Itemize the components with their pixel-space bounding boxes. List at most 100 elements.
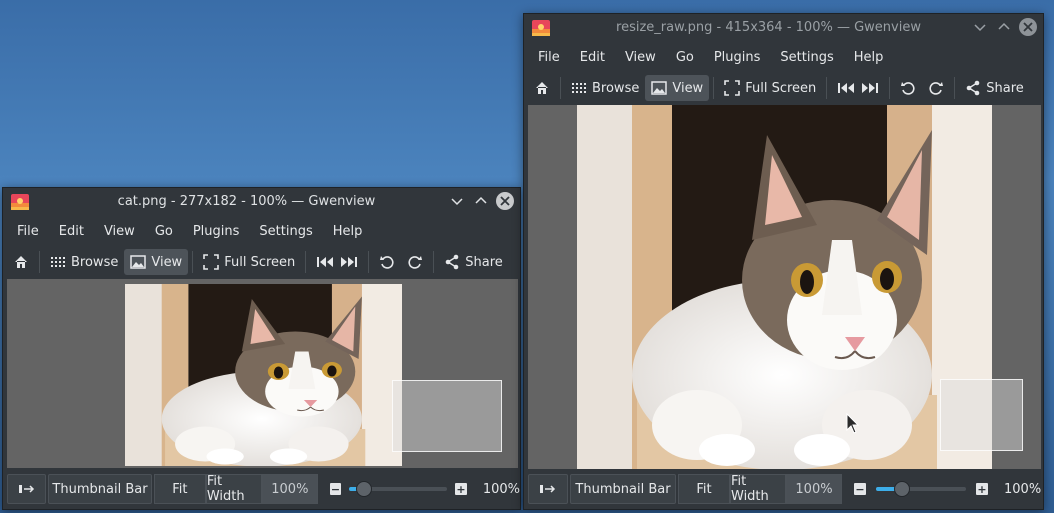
chevron-down-icon <box>974 24 986 32</box>
menu-go[interactable]: Go <box>666 50 704 65</box>
zoom-field[interactable]: 100% <box>261 474 318 504</box>
zoom-out-button[interactable]: − <box>329 483 342 495</box>
cat-image <box>125 284 402 466</box>
status-bar: Thumbnail Bar Fit Fit Width 100% − + 100… <box>524 469 1043 509</box>
close-icon <box>1023 22 1033 32</box>
zoom-in-icon: + <box>456 482 466 496</box>
view-button[interactable]: View <box>124 249 189 275</box>
skip-previous-icon <box>838 83 855 93</box>
thumbnail-bar-button[interactable]: Thumbnail Bar <box>570 474 676 504</box>
menu-help[interactable]: Help <box>844 50 894 65</box>
menu-settings[interactable]: Settings <box>770 50 843 65</box>
fit-width-button[interactable]: Fit Width <box>730 474 786 504</box>
zoom-navigator[interactable] <box>940 379 1023 451</box>
zoom-out-icon: − <box>855 482 865 496</box>
fit-button[interactable]: Fit <box>153 474 206 504</box>
view-button[interactable]: View <box>645 75 710 101</box>
zoom-controls: Fit Fit Width 100% <box>153 474 318 504</box>
chevron-up-icon <box>475 196 487 204</box>
grid-icon <box>572 83 586 93</box>
rotate-left-button[interactable] <box>894 75 922 101</box>
gwenview-window-cat[interactable]: cat.png - 277x182 - 100% — Gwenview File… <box>2 187 521 510</box>
zoom-slider-handle[interactable] <box>894 481 910 497</box>
share-icon <box>445 254 459 270</box>
menu-file[interactable]: File <box>7 224 49 239</box>
rotate-right-icon <box>408 256 423 269</box>
previous-button[interactable] <box>310 249 340 275</box>
zoom-slider-handle[interactable] <box>356 481 373 497</box>
image-viewport[interactable] <box>528 105 1041 471</box>
rotate-right-button[interactable] <box>922 75 950 101</box>
home-button[interactable] <box>7 249 35 275</box>
menu-edit[interactable]: Edit <box>570 50 615 65</box>
menu-bar: File Edit View Go Plugins Settings Help <box>524 42 1043 72</box>
full-screen-button[interactable]: Full Screen <box>718 75 822 101</box>
maximize-button[interactable] <box>472 192 490 210</box>
main-toolbar: Browse View Full Screen Share <box>3 246 520 278</box>
fullscreen-icon <box>203 254 220 270</box>
browse-button[interactable]: Browse <box>44 249 124 275</box>
image-viewport[interactable] <box>7 279 518 468</box>
browse-button[interactable]: Browse <box>565 75 645 101</box>
menu-go[interactable]: Go <box>145 224 183 239</box>
menu-file[interactable]: File <box>528 50 570 65</box>
skip-next-icon <box>341 257 358 267</box>
thumbnail-bar-button[interactable]: Thumbnail Bar <box>48 474 152 504</box>
share-icon <box>966 80 980 96</box>
minimize-button[interactable] <box>971 18 989 36</box>
previous-button[interactable] <box>831 75 861 101</box>
view-label: View <box>672 80 704 96</box>
zoom-out-button[interactable]: − <box>854 483 866 495</box>
menu-view[interactable]: View <box>615 50 666 65</box>
next-button[interactable] <box>340 249 364 275</box>
grid-icon <box>51 257 65 267</box>
window-title: cat.png - 277x182 - 100% — Gwenview <box>117 194 376 209</box>
zoom-slider[interactable] <box>876 474 966 504</box>
main-toolbar: Browse View Full Screen Share <box>524 72 1043 104</box>
gwenview-icon <box>532 20 550 36</box>
sidebar-toggle-button[interactable] <box>7 474 47 504</box>
zoom-in-button[interactable]: + <box>455 483 467 495</box>
home-icon <box>536 82 548 94</box>
menu-settings[interactable]: Settings <box>249 224 322 239</box>
sidebar-toggle-button[interactable] <box>528 474 568 504</box>
gwenview-icon <box>11 194 29 210</box>
rotate-left-icon <box>901 82 915 95</box>
chevron-up-icon <box>998 22 1010 30</box>
rotate-right-icon <box>929 82 944 95</box>
minimize-button[interactable] <box>448 192 466 210</box>
zoom-field[interactable]: 100% <box>786 474 842 504</box>
zoom-controls: Fit Fit Width 100% <box>678 474 842 504</box>
maximize-button[interactable] <box>995 18 1013 36</box>
share-label: Share <box>465 254 503 270</box>
title-bar[interactable]: cat.png - 277x182 - 100% — Gwenview <box>3 188 520 216</box>
fit-button[interactable]: Fit <box>678 474 730 504</box>
status-bar: Thumbnail Bar Fit Fit Width 100% − + 100… <box>3 469 520 509</box>
browse-label: Browse <box>71 254 119 270</box>
zoom-slider[interactable] <box>349 474 448 504</box>
rotate-right-button[interactable] <box>401 249 429 275</box>
menu-view[interactable]: View <box>94 224 145 239</box>
rotate-left-button[interactable] <box>373 249 401 275</box>
full-screen-button[interactable]: Full Screen <box>197 249 301 275</box>
next-button[interactable] <box>861 75 885 101</box>
share-button[interactable]: Share <box>438 249 509 275</box>
home-button[interactable] <box>528 75 556 101</box>
menu-edit[interactable]: Edit <box>49 224 94 239</box>
gwenview-window-resize-raw[interactable]: resize_raw.png - 415x364 - 100% — Gwenvi… <box>523 13 1044 510</box>
close-button[interactable] <box>1019 18 1037 36</box>
zoom-in-button[interactable]: + <box>976 483 988 495</box>
fit-width-button[interactable]: Fit Width <box>205 474 262 504</box>
fullscreen-icon <box>724 80 741 96</box>
close-button[interactable] <box>496 192 514 210</box>
title-bar[interactable]: resize_raw.png - 415x364 - 100% — Gwenvi… <box>524 14 1043 42</box>
menu-plugins[interactable]: Plugins <box>704 50 771 65</box>
menu-help[interactable]: Help <box>323 224 373 239</box>
chevron-down-icon <box>451 198 463 206</box>
menu-plugins[interactable]: Plugins <box>183 224 250 239</box>
rotate-left-icon <box>380 256 394 269</box>
image-icon <box>130 255 147 269</box>
zoom-navigator[interactable] <box>392 380 502 452</box>
zoom-level-label: 100% <box>482 481 520 497</box>
share-button[interactable]: Share <box>959 75 1030 101</box>
